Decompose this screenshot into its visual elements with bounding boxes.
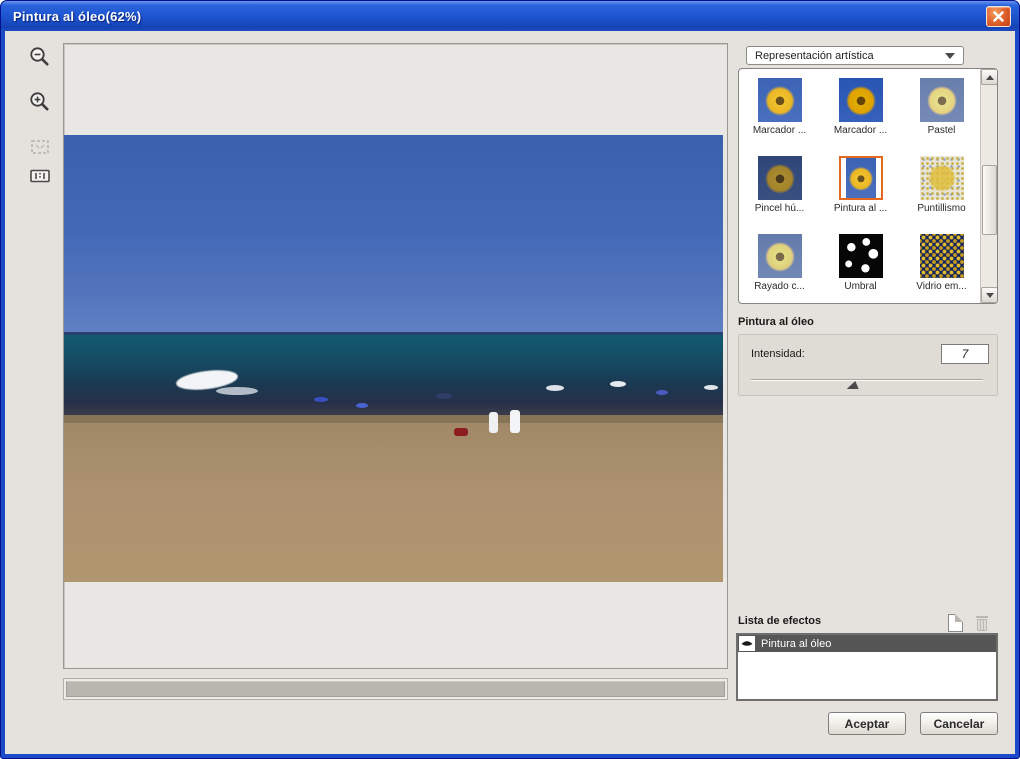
- filter-thumb-image: [919, 234, 964, 278]
- dialog-client-area: Representación artística Marcador ... Ma…: [5, 31, 1015, 754]
- close-button[interactable]: [986, 5, 1011, 27]
- filter-thumb-label: Marcador ...: [752, 125, 807, 136]
- preview-sky: [64, 135, 723, 332]
- thumbnail-vertical-scrollbar[interactable]: [980, 69, 997, 303]
- title-bar[interactable]: Pintura al óleo(62%): [1, 1, 1019, 31]
- preview-horizontal-scrollbar-thumb[interactable]: [66, 681, 725, 697]
- surf-speck: [704, 385, 718, 390]
- surf-speck: [436, 393, 452, 399]
- filter-thumb-pintura-al-oleo-selected[interactable]: Pintura al ...: [820, 147, 901, 225]
- flower-art: [838, 78, 883, 122]
- surf-speck: [610, 381, 626, 387]
- preview-shoreline: [64, 415, 723, 423]
- filter-thumb-label: Puntillismo: [917, 203, 966, 214]
- surf-speck: [314, 397, 328, 402]
- flower-art: [919, 78, 964, 122]
- dialog-window: Pintura al óleo(62%) Representación artí…: [0, 0, 1020, 759]
- filter-thumb-marcador-2[interactable]: Marcador ...: [820, 69, 901, 147]
- category-dropdown[interactable]: Representación artística: [746, 46, 964, 65]
- zoom-in-icon: [30, 92, 49, 111]
- filter-settings-panel: Intensidad:: [738, 334, 998, 396]
- accept-button[interactable]: Aceptar: [828, 712, 906, 735]
- filter-thumb-label: Rayado c...: [754, 281, 805, 292]
- cancel-button[interactable]: Cancelar: [920, 712, 998, 735]
- filter-thumb-image: [757, 234, 802, 278]
- filter-thumbnail-grid: Marcador ... Marcador ... Pastel Pincel …: [739, 69, 982, 303]
- category-dropdown-value: Representación artística: [755, 49, 874, 62]
- surf-speck: [656, 390, 668, 395]
- actual-size-button[interactable]: [27, 163, 53, 189]
- filter-thumbnail-list: Marcador ... Marcador ... Pastel Pincel …: [738, 68, 998, 304]
- filter-thumb-label: Vidrio em...: [916, 281, 967, 292]
- filter-thumb-image: [757, 156, 802, 200]
- zoom-out-icon: [30, 47, 49, 66]
- effects-list-title: Lista de efectos: [738, 615, 822, 627]
- filter-thumb-vidrio-emplomado[interactable]: Vidrio em...: [901, 225, 982, 303]
- flower-art: [757, 156, 802, 200]
- surf-speck: [356, 403, 368, 408]
- trash-body: [977, 619, 987, 631]
- intensity-slider-track[interactable]: [751, 379, 983, 381]
- filter-thumb-label: Umbral: [844, 281, 877, 292]
- filter-thumb-label: Marcador ...: [833, 125, 888, 136]
- chevron-down-icon: [945, 52, 955, 59]
- intensity-input[interactable]: [941, 344, 989, 364]
- new-effect-icon[interactable]: [948, 614, 963, 632]
- filter-thumb-label: Pastel: [927, 125, 956, 136]
- filter-thumb-puntillismo[interactable]: Puntillismo: [901, 147, 982, 225]
- trash-lid: [976, 616, 988, 618]
- filter-thumb-image: [919, 78, 964, 122]
- preview-image: [64, 135, 723, 582]
- filter-thumb-image-selected: [838, 156, 883, 200]
- sea-foam-trail: [216, 387, 258, 395]
- triangle-down-icon: [985, 292, 994, 298]
- preview-horizontal-scrollbar[interactable]: [63, 678, 728, 700]
- filter-thumb-pincel-humedo[interactable]: Pincel hú...: [739, 147, 820, 225]
- eye-icon: [741, 640, 753, 646]
- filter-thumb-marcador-1[interactable]: Marcador ...: [739, 69, 820, 147]
- window-title: Pintura al óleo(62%): [13, 8, 142, 24]
- effect-visibility-toggle[interactable]: [739, 636, 755, 651]
- delete-effect-icon[interactable]: [974, 614, 990, 632]
- triangle-up-icon: [985, 74, 994, 80]
- surf-speck: [546, 385, 564, 391]
- effects-listbox[interactable]: Pintura al óleo: [736, 633, 998, 701]
- flower-art: [757, 78, 802, 122]
- filter-section-title: Pintura al óleo: [738, 316, 814, 328]
- preview-sand: [64, 423, 723, 582]
- close-icon: [993, 10, 1004, 22]
- filter-thumb-label: Pincel hú...: [754, 203, 805, 214]
- preview-panel[interactable]: [63, 43, 728, 669]
- fit-on-screen-icon: [31, 140, 49, 154]
- filter-thumb-image: [838, 234, 883, 278]
- zoom-out-button[interactable]: [27, 44, 53, 70]
- scroll-down-button[interactable]: [981, 287, 997, 303]
- intensity-slider-thumb[interactable]: [846, 381, 862, 389]
- filter-thumb-label: Pintura al ...: [833, 203, 888, 214]
- beach-red-object: [454, 428, 468, 436]
- preview-sea: [64, 335, 723, 415]
- filter-thumb-image: [757, 78, 802, 122]
- intensity-label: Intensidad:: [751, 348, 805, 360]
- beach-white-object: [489, 412, 498, 433]
- actual-size-icon: [30, 169, 50, 183]
- filter-thumb-image: [919, 156, 964, 200]
- scroll-up-button[interactable]: [981, 69, 997, 85]
- zoom-in-button[interactable]: [27, 89, 53, 115]
- filter-thumb-image: [838, 78, 883, 122]
- flower-art: [845, 158, 876, 198]
- filter-thumb-rayado[interactable]: Rayado c...: [739, 225, 820, 303]
- effect-row-label: Pintura al óleo: [761, 637, 832, 650]
- fit-on-screen-button[interactable]: [27, 134, 53, 160]
- effect-row-selected[interactable]: Pintura al óleo: [738, 635, 996, 652]
- flower-art: [757, 234, 802, 278]
- thumbnail-scrollbar-thumb[interactable]: [982, 165, 997, 235]
- beach-white-object: [510, 410, 520, 433]
- filter-thumb-pastel[interactable]: Pastel: [901, 69, 982, 147]
- filter-thumb-umbral[interactable]: Umbral: [820, 225, 901, 303]
